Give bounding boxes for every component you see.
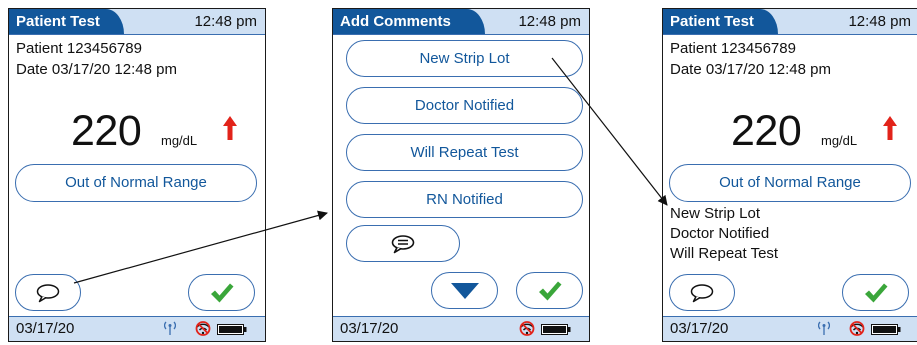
antenna-icon xyxy=(818,321,830,335)
comment-option-new-strip-lot[interactable]: New Strip Lot xyxy=(346,40,583,77)
patient-id: Patient 123456789 xyxy=(670,40,796,57)
battery-icon xyxy=(871,324,901,335)
test-date: Date 03/17/20 12:48 pm xyxy=(670,61,831,78)
screen-title: Patient Test xyxy=(9,9,124,34)
comment-item: Doctor Notified xyxy=(670,225,770,242)
header-bar: Add Comments 12:48 pm xyxy=(333,9,589,35)
attached-comments: New Strip Lot Doctor Notified Will Repea… xyxy=(670,204,778,264)
comment-option-rn-notified[interactable]: RN Notified xyxy=(346,181,583,218)
patient-test-screen: Patient Test 12:48 pm Patient 123456789 … xyxy=(8,8,266,342)
confirm-button[interactable] xyxy=(188,274,255,311)
footer-date: 03/17/20 xyxy=(340,320,399,337)
footer-date: 03/17/20 xyxy=(16,320,75,337)
header-time: 12:48 pm xyxy=(518,13,581,30)
result-unit: mg/dL xyxy=(161,133,198,148)
trend-up-arrow-icon xyxy=(883,116,897,145)
result-value: 220 xyxy=(71,107,142,155)
comment-icon xyxy=(36,283,60,302)
test-date: Date 03/17/20 12:48 pm xyxy=(16,61,177,78)
patient-test-with-comments-screen: Patient Test 12:48 pm Patient 123456789 … xyxy=(662,8,917,342)
result-unit: mg/dL xyxy=(821,133,858,148)
comment-item: Will Repeat Test xyxy=(670,245,779,262)
patient-id: Patient 123456789 xyxy=(16,40,142,57)
result-value: 220 xyxy=(731,107,802,155)
trend-up-arrow-icon xyxy=(223,116,237,145)
status-bar: 03/17/20 xyxy=(9,316,265,341)
header-bar: Patient Test 12:48 pm xyxy=(9,9,265,35)
add-comment-button[interactable] xyxy=(15,274,81,311)
down-arrow-icon xyxy=(450,282,479,299)
header-time: 12:48 pm xyxy=(194,13,257,30)
footer-date: 03/17/20 xyxy=(670,320,729,337)
no-wifi-icon xyxy=(519,321,535,336)
battery-icon xyxy=(541,324,571,335)
custom-comment-button[interactable] xyxy=(346,225,460,262)
checkmark-icon xyxy=(210,283,233,302)
checkmark-icon xyxy=(538,281,561,300)
header-bar: Patient Test 12:48 pm xyxy=(663,9,917,35)
patient-info: Patient 123456789 Date 03/17/20 12:48 pm xyxy=(16,38,177,80)
status-bar: 03/17/20 xyxy=(663,316,917,341)
add-comments-screen: Add Comments 12:48 pm New Strip Lot Doct… xyxy=(332,8,590,342)
comment-icon xyxy=(391,234,415,253)
screen-title: Add Comments xyxy=(333,9,485,34)
comment-option-doctor-notified[interactable]: Doctor Notified xyxy=(346,87,583,124)
comment-option-will-repeat-test[interactable]: Will Repeat Test xyxy=(346,134,583,171)
add-comment-button[interactable] xyxy=(669,274,735,311)
no-wifi-icon xyxy=(849,321,865,336)
out-of-range-button[interactable]: Out of Normal Range xyxy=(15,164,257,202)
comment-icon xyxy=(690,283,714,302)
screen-title: Patient Test xyxy=(663,9,778,34)
no-wifi-icon xyxy=(195,321,211,336)
confirm-button[interactable] xyxy=(842,274,909,311)
status-bar: 03/17/20 xyxy=(333,316,589,341)
comment-item: New Strip Lot xyxy=(670,205,761,222)
checkmark-icon xyxy=(864,283,887,302)
antenna-icon xyxy=(164,321,176,335)
patient-info: Patient 123456789 Date 03/17/20 12:48 pm xyxy=(670,38,831,80)
battery-icon xyxy=(217,324,247,335)
scroll-down-button[interactable] xyxy=(431,272,498,309)
out-of-range-button[interactable]: Out of Normal Range xyxy=(669,164,911,202)
confirm-button[interactable] xyxy=(516,272,583,309)
header-time: 12:48 pm xyxy=(848,13,911,30)
